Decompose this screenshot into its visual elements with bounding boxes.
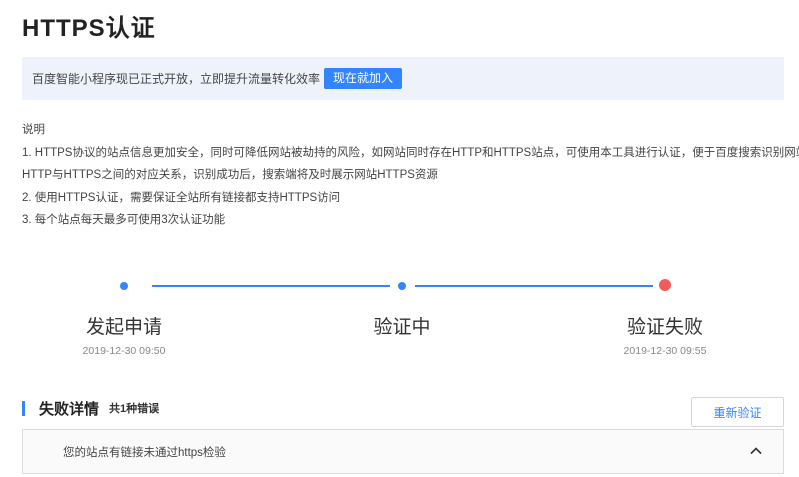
retry-verify-button[interactable]: 重新验证 xyxy=(691,397,784,427)
step-dot-submitted xyxy=(120,282,128,290)
failure-item-text: 您的站点有链接未通过https检验 xyxy=(63,446,226,459)
description-line: HTTP与HTTPS之间的对应关系，识别成功后，搜索端将及时展示网站HTTPS资… xyxy=(22,169,438,181)
failure-title: 失败详情 xyxy=(39,400,100,418)
step-label-submitted: 发起申请 xyxy=(85,317,162,338)
step-label-verifying: 验证中 xyxy=(373,317,431,338)
page-title: HTTPS认证 xyxy=(22,15,156,42)
failure-count: 共1种错误 xyxy=(109,403,160,415)
description-line: 2. 使用HTTPS认证，需要保证全站所有链接都支持HTTPS访问 xyxy=(22,191,341,204)
step-time-failed: 2019-12-30 09:55 xyxy=(623,345,707,357)
step-label-failed: 验证失败 xyxy=(626,317,703,338)
section-accent-bar xyxy=(22,400,25,416)
description-heading: 说明 xyxy=(22,124,45,136)
banner-text: 百度智能小程序现已正式开放，立即提升流量转化效率 xyxy=(32,72,321,86)
failure-item[interactable]: 您的站点有链接未通过https检验 xyxy=(22,429,784,474)
description-line: 1. HTTPS协议的站点信息更加安全，同时可降低网站被劫持的风险，如网站同时存… xyxy=(22,146,799,159)
join-now-button[interactable]: 现在就加入 xyxy=(324,68,403,89)
description-line: 3. 每个站点每天最多可使用3次认证功能 xyxy=(22,214,226,226)
chevron-up-icon[interactable] xyxy=(749,444,763,458)
failure-section-header: 失败详情 共1种错误 xyxy=(22,398,159,418)
timeline-connector xyxy=(415,285,653,287)
progress-timeline: 发起申请 验证中 验证失败 2019-12-30 09:50 2019-12-3… xyxy=(0,270,799,370)
promo-banner: 百度智能小程序现已正式开放，立即提升流量转化效率 现在就加入 xyxy=(22,57,784,100)
step-dot-verifying xyxy=(398,282,406,290)
timeline-connector xyxy=(152,285,390,287)
step-dot-failed xyxy=(659,279,671,291)
description: 说明 1. HTTPS协议的站点信息更加安全，同时可降低网站被劫持的风险，如网站… xyxy=(22,119,799,232)
step-time-submitted: 2019-12-30 09:50 xyxy=(82,345,166,357)
